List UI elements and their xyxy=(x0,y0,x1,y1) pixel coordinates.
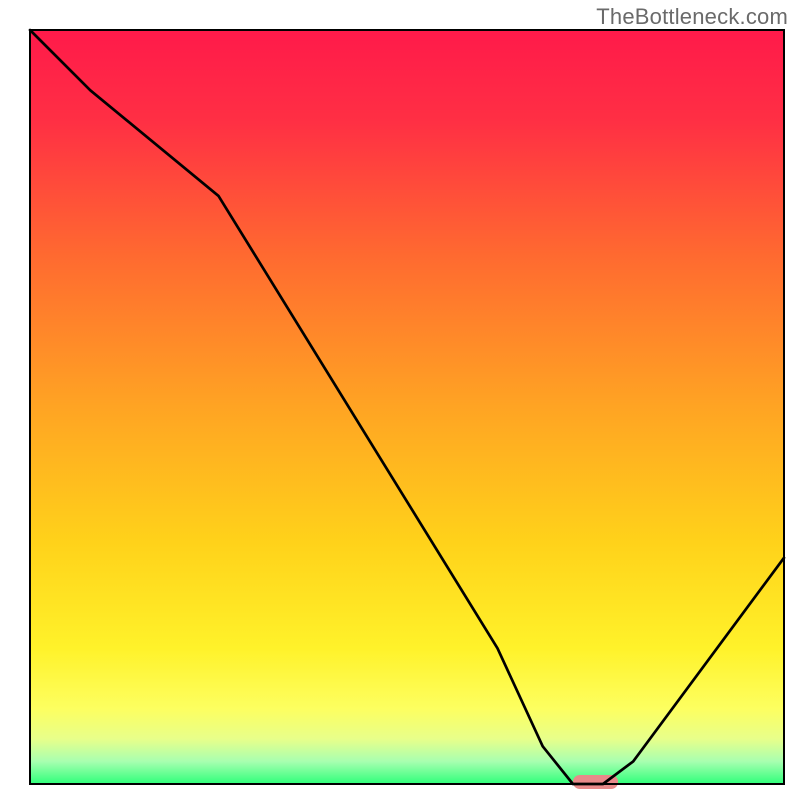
bottleneck-chart xyxy=(0,0,800,800)
plot-background xyxy=(30,30,784,784)
chart-container: TheBottleneck.com xyxy=(0,0,800,800)
